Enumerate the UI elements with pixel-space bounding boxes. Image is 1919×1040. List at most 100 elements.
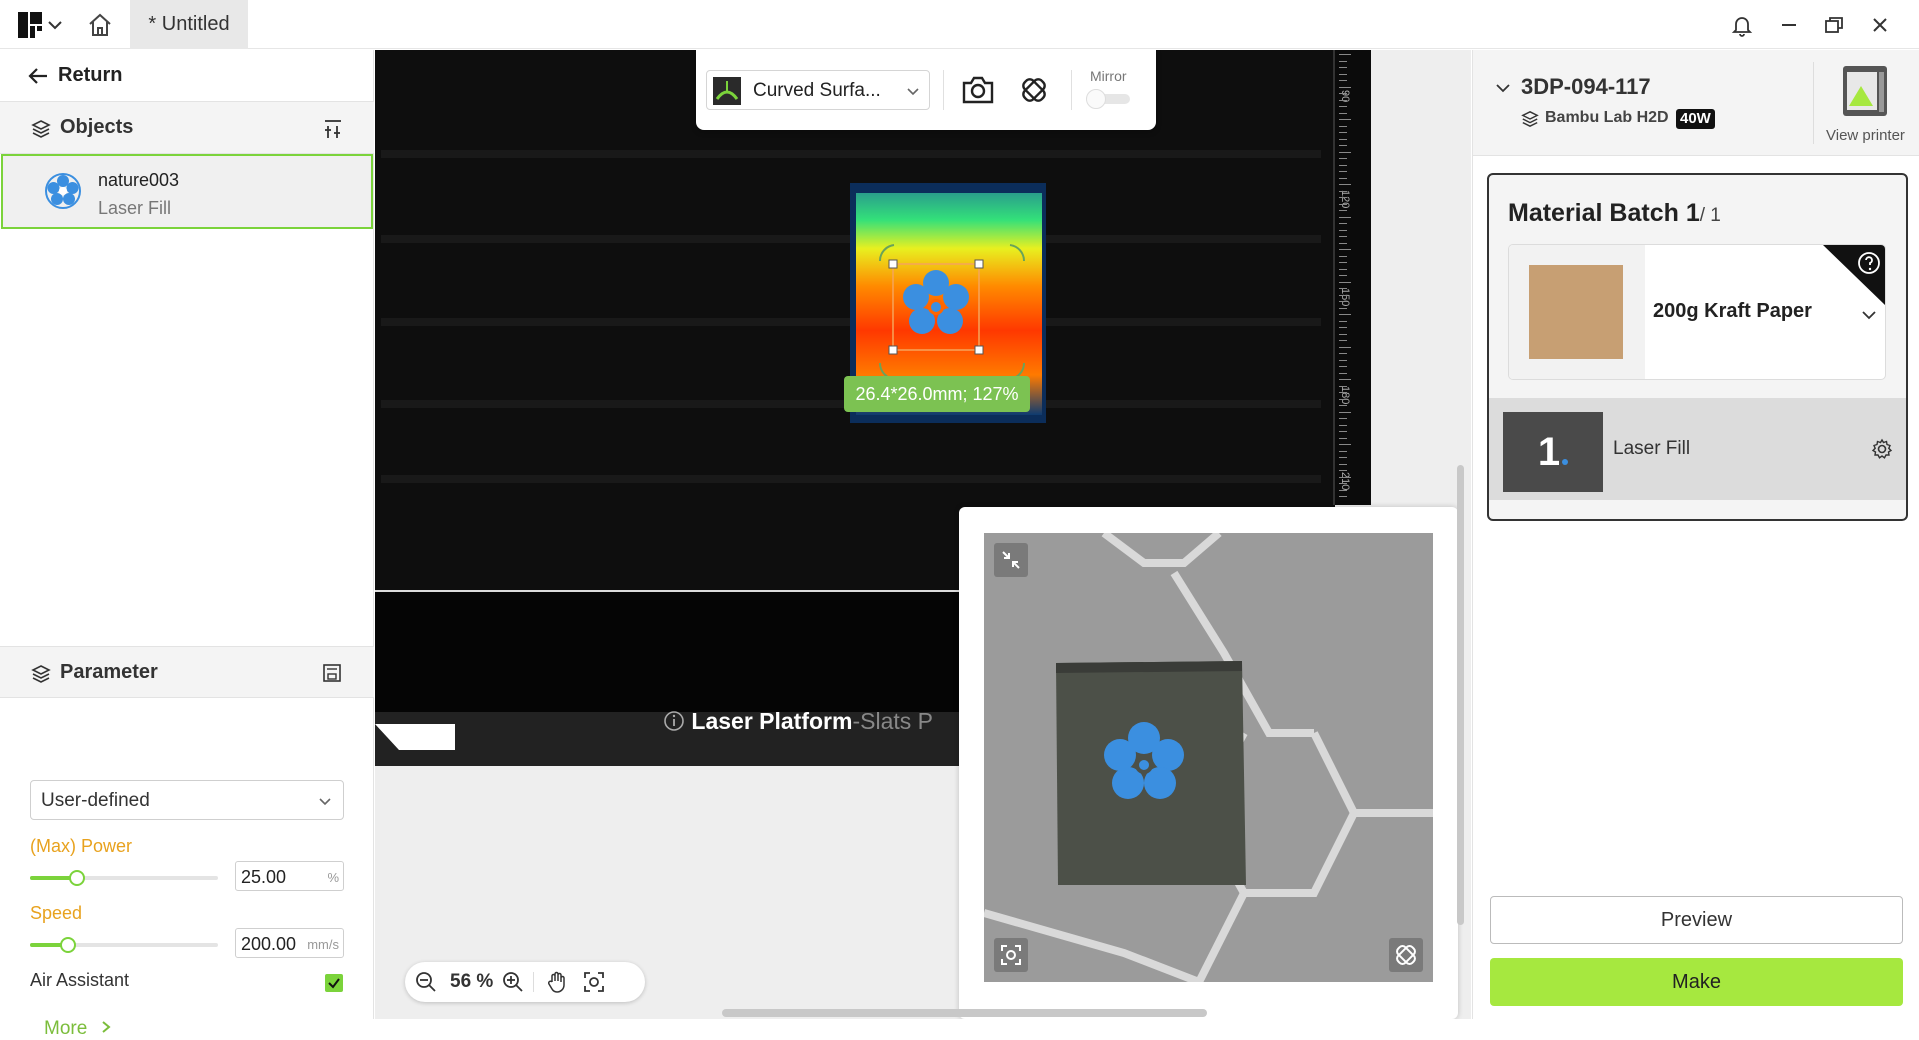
zoom-in-icon[interactable]: [502, 971, 524, 993]
restore-icon[interactable]: [1822, 13, 1846, 37]
fit-view-icon[interactable]: [582, 970, 606, 994]
ruler-tick: [1339, 385, 1347, 387]
ruler-tick: [1339, 67, 1347, 68]
ruler-tick: [1339, 125, 1347, 127]
app-logo-icon[interactable]: [18, 12, 42, 38]
power-label: (Max) Power: [30, 836, 133, 856]
printer-model: Bambu Lab H2D: [1545, 109, 1669, 126]
ruler-tick: [1339, 145, 1347, 146]
mirror-toggle[interactable]: [1086, 89, 1130, 109]
vertical-scrollbar[interactable]: [1457, 465, 1464, 925]
layers-icon: [31, 665, 51, 683]
ruler-tick: [1339, 372, 1347, 374]
speed-slider[interactable]: [30, 937, 218, 953]
ruler-tick: [1339, 379, 1351, 380]
object-list-item[interactable]: nature003 Laser Fill: [1, 154, 373, 229]
camera-icon[interactable]: [960, 72, 996, 108]
power-slider-thumb[interactable]: [69, 870, 85, 886]
speed-slider-thumb[interactable]: [60, 937, 76, 953]
header-divider: [1813, 62, 1814, 144]
mirror-label: Mirror: [1090, 68, 1127, 84]
mirror-toggle-knob: [1086, 89, 1106, 109]
zoom-level: 56 %: [450, 971, 494, 992]
tab-untitled[interactable]: * Untitled: [130, 0, 248, 49]
ruler-tick: [1339, 301, 1347, 302]
air-assist-checkbox[interactable]: [325, 974, 343, 992]
ruler-tick: [1339, 489, 1347, 491]
info-icon[interactable]: [663, 710, 685, 732]
view-printer-link[interactable]: View printer: [1826, 127, 1905, 144]
chevron-down-icon[interactable]: [46, 16, 64, 34]
gear-icon[interactable]: [1871, 438, 1893, 460]
ruler-tick: [1339, 216, 1351, 218]
ruler-tick: [1339, 411, 1351, 413]
material-select-card[interactable]: 200g Kraft Paper: [1508, 244, 1886, 380]
return-button[interactable]: Return: [0, 50, 374, 102]
recenter-preview-button[interactable]: [994, 938, 1028, 972]
kraft-paper-swatch: [1529, 265, 1623, 359]
ruler-tick: [1339, 333, 1347, 335]
printer-header: 3DP-094-117 Bambu Lab H2D 40W View print…: [1473, 50, 1919, 156]
speed-value: 200.00: [241, 934, 297, 954]
ruler-tick: [1339, 151, 1351, 153]
surface-mode-value: Curved Surfa...: [753, 80, 881, 101]
sort-icon[interactable]: [322, 118, 344, 140]
ruler-tick: [1339, 470, 1347, 471]
ruler-tick: [1339, 119, 1351, 120]
more-button[interactable]: More: [44, 1018, 113, 1040]
ruler-tick: [1339, 242, 1347, 244]
ruler-tick: [1339, 392, 1347, 393]
ruler-tick: [1339, 80, 1347, 81]
ruler-tick: [1339, 431, 1347, 432]
ruler-tick: [1339, 197, 1347, 198]
ruler-tick: [1339, 340, 1347, 341]
platform-slat: [381, 150, 1321, 158]
ruler-tick: [1339, 307, 1347, 309]
power-unit: %: [327, 870, 339, 885]
object-name: nature003: [98, 170, 180, 190]
chevron-down-icon[interactable]: [1495, 80, 1511, 96]
home-icon[interactable]: [86, 11, 114, 39]
ruler-tick: [1339, 203, 1347, 205]
ruler-tick: [1339, 112, 1347, 114]
ruler-tick: [1339, 132, 1347, 133]
save-icon[interactable]: [322, 663, 342, 683]
ruler-tick: [1339, 359, 1347, 361]
make-button[interactable]: Make: [1490, 958, 1903, 1006]
bell-icon[interactable]: [1730, 13, 1754, 37]
ruler-tick: [1339, 255, 1347, 257]
hand-pan-icon[interactable]: [545, 970, 569, 994]
preset-select[interactable]: User-defined: [30, 780, 344, 820]
minimize-icon[interactable]: [1777, 13, 1801, 37]
ruler-tick: [1339, 190, 1347, 192]
ruler-tick: [1339, 184, 1351, 185]
platform-title-text: Laser Platform: [691, 708, 853, 734]
canvas-area[interactable]: 90 120 150 180 210 Laser Platform-Slats …: [375, 50, 1471, 1019]
help-icon[interactable]: [1857, 251, 1881, 275]
printer-name[interactable]: 3DP-094-117: [1521, 74, 1651, 100]
layer-row[interactable]: 1 Laser Fill: [1489, 398, 1906, 500]
power-slider[interactable]: [30, 870, 218, 886]
horizontal-scrollbar[interactable]: [722, 1009, 1207, 1017]
collapse-preview-button[interactable]: [994, 543, 1028, 577]
ruler-tick: [1339, 86, 1351, 88]
ruler-tick: [1339, 236, 1347, 237]
ruler-tick: [1339, 457, 1347, 458]
bandage-preview-button[interactable]: [1389, 938, 1423, 972]
platform-slat: [381, 475, 1321, 483]
speed-input[interactable]: 200.00 mm/s: [235, 928, 344, 958]
zoom-out-icon[interactable]: [415, 971, 437, 993]
preview-button[interactable]: Preview: [1490, 896, 1903, 944]
ruler-tick: [1339, 327, 1347, 328]
ruler-tick: [1339, 262, 1347, 263]
camera-preview-image: [984, 533, 1433, 982]
ruler-tick: [1339, 346, 1351, 348]
power-input[interactable]: 25.00 %: [235, 861, 344, 891]
ruler-number: 150: [1339, 288, 1351, 307]
close-icon[interactable]: [1868, 13, 1892, 37]
printer-image-icon[interactable]: [1835, 62, 1893, 120]
platform-subtitle: -Slats P: [852, 708, 933, 734]
ruler-tick: [1339, 366, 1347, 367]
surface-mode-select[interactable]: Curved Surfa...: [706, 70, 930, 110]
bandage-icon[interactable]: [1016, 72, 1052, 108]
